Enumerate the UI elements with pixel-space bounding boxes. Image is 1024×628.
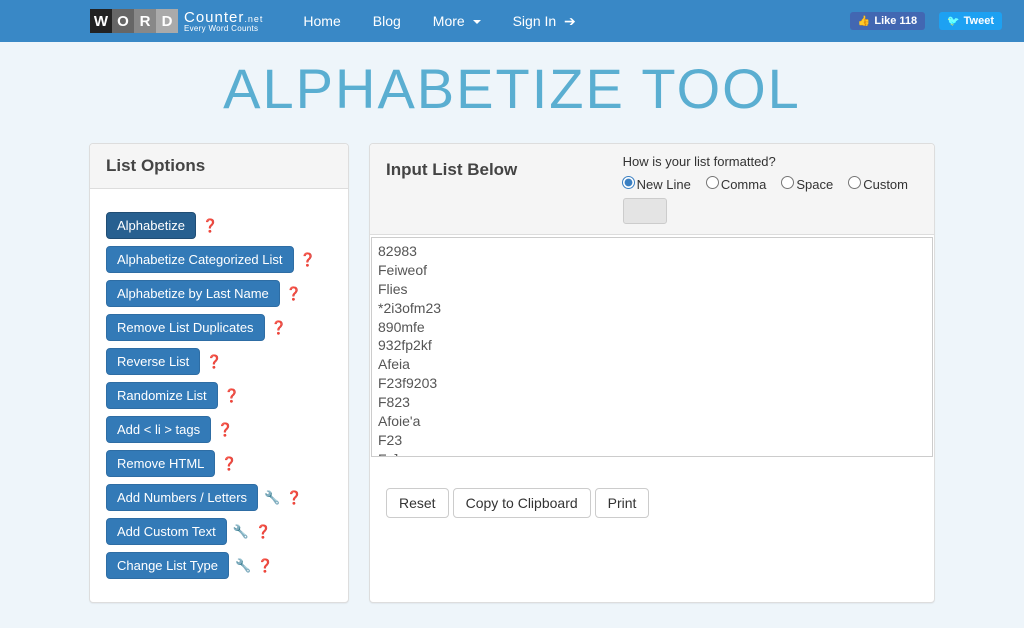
format-block: How is your list formatted? New Line Comm… (617, 154, 918, 224)
list-options-heading: List Options (90, 144, 348, 189)
help-icon[interactable]: ❓ (286, 490, 302, 506)
help-icon[interactable]: ❓ (202, 218, 218, 234)
nav-more[interactable]: More (419, 3, 495, 39)
option-row: Alphabetize by Last Name ❓ (106, 280, 332, 307)
facebook-like-button[interactable]: Like 118 (850, 12, 925, 30)
copy-clipboard-button[interactable]: Copy to Clipboard (453, 488, 591, 518)
help-icon[interactable]: ❓ (224, 388, 240, 404)
logo-letter: R (134, 9, 156, 33)
print-button[interactable]: Print (595, 488, 650, 518)
format-option-new-line[interactable]: New Line (617, 177, 691, 192)
logo-text: Counter.net Every Word Counts (184, 10, 263, 33)
nav-signin[interactable]: Sign In ➔ (499, 3, 590, 40)
format-option-comma[interactable]: Comma (701, 177, 767, 192)
wrench-icon[interactable]: 🔧 (264, 490, 280, 506)
option-button-add-custom-text[interactable]: Add Custom Text (106, 518, 227, 545)
format-radio[interactable] (706, 176, 719, 189)
chevron-down-icon (473, 20, 481, 24)
format-radio[interactable] (848, 176, 861, 189)
option-row: Change List Type 🔧 ❓ (106, 552, 332, 579)
list-options-title: List Options (106, 156, 332, 176)
site-logo[interactable]: W O R D Counter.net Every Word Counts (90, 9, 263, 33)
format-radio[interactable] (781, 176, 794, 189)
wrench-icon[interactable]: 🔧 (235, 558, 251, 574)
list-options-panel: List Options Alphabetize❓Alphabetize Cat… (89, 143, 349, 603)
textarea-wrap (370, 235, 934, 460)
option-button-add-li-tags[interactable]: Add < li > tags (106, 416, 211, 443)
nav-home[interactable]: Home (289, 3, 354, 39)
custom-separator-input[interactable] (623, 198, 667, 224)
option-row: Reverse List ❓ (106, 348, 332, 375)
logo-letter: W (90, 9, 112, 33)
option-row: Alphabetize Categorized List ❓ (106, 246, 332, 273)
main-container: List Options Alphabetize❓Alphabetize Cat… (89, 143, 935, 603)
help-icon[interactable]: ❓ (206, 354, 222, 370)
nav-more-label: More (433, 13, 465, 29)
list-options-body: Alphabetize❓Alphabetize Categorized List… (90, 189, 348, 602)
nav-social: Like 118 Tweet (850, 12, 1002, 30)
twitter-tweet-button[interactable]: Tweet (939, 12, 1002, 30)
option-row: Remove HTML ❓ (106, 450, 332, 477)
nav-links: Home Blog More Sign In ➔ (289, 3, 589, 40)
option-row: Add Custom Text 🔧 ❓ (106, 518, 332, 545)
help-icon[interactable]: ❓ (271, 320, 287, 336)
option-button-alphabetize-categorized-list[interactable]: Alphabetize Categorized List (106, 246, 294, 273)
option-button-alphabetize-by-last-name[interactable]: Alphabetize by Last Name (106, 280, 280, 307)
thumb-icon (858, 15, 870, 27)
option-row: Alphabetize ❓ (106, 212, 332, 239)
input-panel-heading: Input List Below How is your list format… (370, 144, 934, 235)
logo-letter-boxes: W O R D (90, 9, 178, 33)
action-row: Reset Copy to Clipboard Print (370, 474, 934, 534)
logo-tld: .net (244, 14, 263, 24)
option-button-add-numbers-letters[interactable]: Add Numbers / Letters (106, 484, 258, 511)
facebook-like-label: Like 118 (874, 15, 917, 27)
nav-blog[interactable]: Blog (359, 3, 415, 39)
logo-tagline: Every Word Counts (184, 25, 263, 33)
format-option-space[interactable]: Space (776, 177, 833, 192)
format-option-custom[interactable]: Custom (843, 177, 908, 192)
nav-signin-label: Sign In (513, 13, 557, 29)
input-panel: Input List Below How is your list format… (369, 143, 935, 603)
help-icon[interactable]: ❓ (255, 524, 271, 540)
twitter-tweet-label: Tweet (964, 15, 994, 27)
option-button-change-list-type[interactable]: Change List Type (106, 552, 229, 579)
option-button-remove-list-duplicates[interactable]: Remove List Duplicates (106, 314, 265, 341)
option-button-randomize-list[interactable]: Randomize List (106, 382, 218, 409)
format-radio[interactable] (622, 176, 635, 189)
help-icon[interactable]: ❓ (221, 456, 237, 472)
format-question: How is your list formatted? (623, 154, 918, 169)
help-icon[interactable]: ❓ (257, 558, 273, 574)
logo-letter: D (156, 9, 178, 33)
option-row: Remove List Duplicates ❓ (106, 314, 332, 341)
bird-icon (947, 15, 959, 27)
wrench-icon[interactable]: 🔧 (233, 524, 249, 540)
help-icon[interactable]: ❓ (286, 286, 302, 302)
page-title: ALPHABETIZE TOOL (0, 56, 1024, 121)
format-options: New Line Comma Space Custom (617, 173, 918, 192)
top-navbar: W O R D Counter.net Every Word Counts Ho… (0, 0, 1024, 42)
option-row: Add Numbers / Letters 🔧 ❓ (106, 484, 332, 511)
option-row: Randomize List ❓ (106, 382, 332, 409)
list-textarea[interactable] (371, 237, 933, 457)
option-button-remove-html[interactable]: Remove HTML (106, 450, 215, 477)
help-icon[interactable]: ❓ (300, 252, 316, 268)
option-button-reverse-list[interactable]: Reverse List (106, 348, 200, 375)
option-button-alphabetize[interactable]: Alphabetize (106, 212, 196, 239)
reset-button[interactable]: Reset (386, 488, 449, 518)
input-panel-title: Input List Below (386, 160, 517, 180)
signin-icon: ➔ (560, 13, 576, 29)
option-row: Add < li > tags ❓ (106, 416, 332, 443)
logo-letter: O (112, 9, 134, 33)
logo-main: Counter (184, 9, 244, 26)
help-icon[interactable]: ❓ (217, 422, 233, 438)
